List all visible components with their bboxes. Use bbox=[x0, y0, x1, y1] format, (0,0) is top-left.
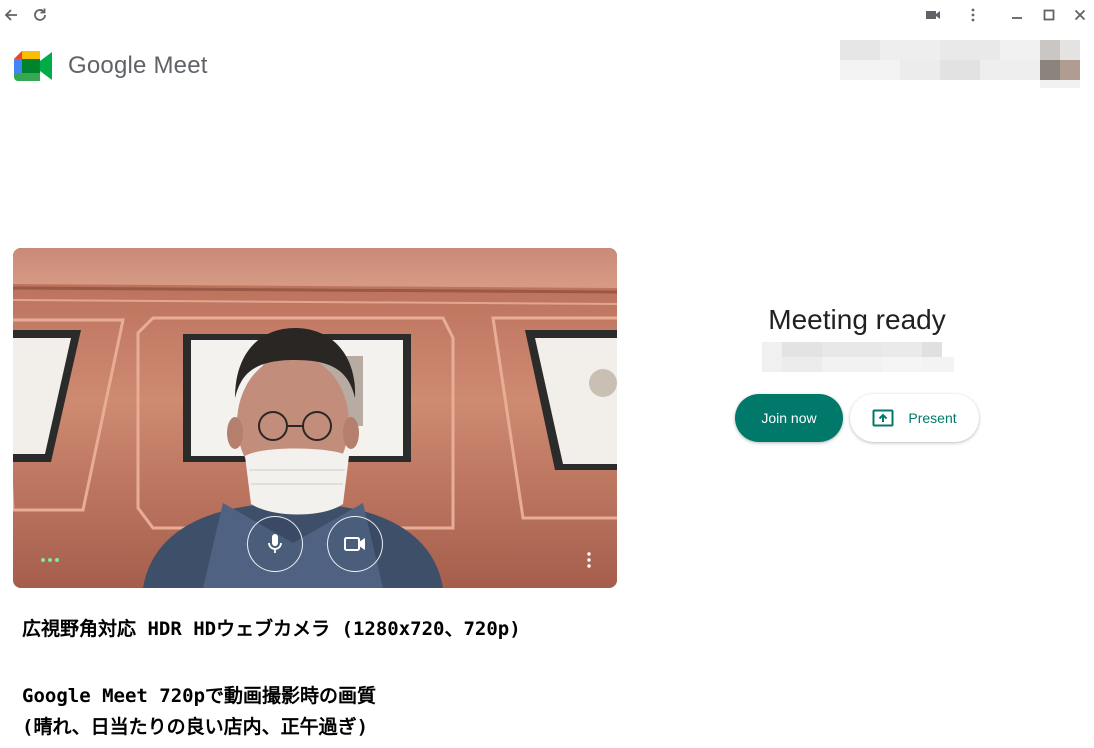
app-title: Google Meet bbox=[68, 52, 208, 79]
video-frame bbox=[13, 248, 617, 588]
present-to-all-icon bbox=[872, 409, 894, 427]
caption-line-3: (晴れ、日当たりの良い店内、正午過ぎ) bbox=[22, 716, 369, 738]
more-vert-icon[interactable] bbox=[963, 5, 983, 25]
close-icon[interactable] bbox=[1070, 5, 1090, 25]
google-meet-logo: Google Meet bbox=[14, 50, 208, 82]
microphone-icon bbox=[268, 534, 282, 553]
caption-line-1: 広視野角対応 HDR HDウェブカメラ (1280x720、720p) bbox=[22, 618, 521, 640]
camera-toggle-button[interactable] bbox=[327, 516, 383, 572]
back-arrow-icon[interactable] bbox=[1, 5, 21, 25]
account-info-redacted bbox=[840, 40, 1080, 88]
videocam-icon bbox=[344, 537, 365, 551]
meeting-code-redacted bbox=[762, 342, 954, 372]
more-vert-icon bbox=[587, 552, 591, 568]
caption-line-2: Google Meet 720pで動画撮影時の画質 bbox=[22, 685, 377, 707]
join-now-label: Join now bbox=[761, 410, 817, 426]
camera-icon[interactable] bbox=[923, 5, 943, 25]
join-now-button[interactable]: Join now bbox=[735, 394, 843, 442]
meet-logo-icon bbox=[14, 51, 52, 81]
minimize-icon[interactable] bbox=[1007, 5, 1027, 25]
camera-preview bbox=[13, 248, 617, 588]
maximize-icon[interactable] bbox=[1039, 5, 1059, 25]
present-button[interactable]: Present bbox=[850, 394, 979, 442]
more-options-button[interactable] bbox=[579, 548, 599, 572]
present-label: Present bbox=[908, 410, 957, 426]
microphone-toggle-button[interactable] bbox=[247, 516, 303, 572]
window-titlebar bbox=[0, 0, 1094, 30]
meeting-status-title: Meeting ready bbox=[768, 304, 946, 335]
audio-level-dots-icon bbox=[41, 558, 59, 562]
reload-icon[interactable] bbox=[30, 5, 50, 25]
